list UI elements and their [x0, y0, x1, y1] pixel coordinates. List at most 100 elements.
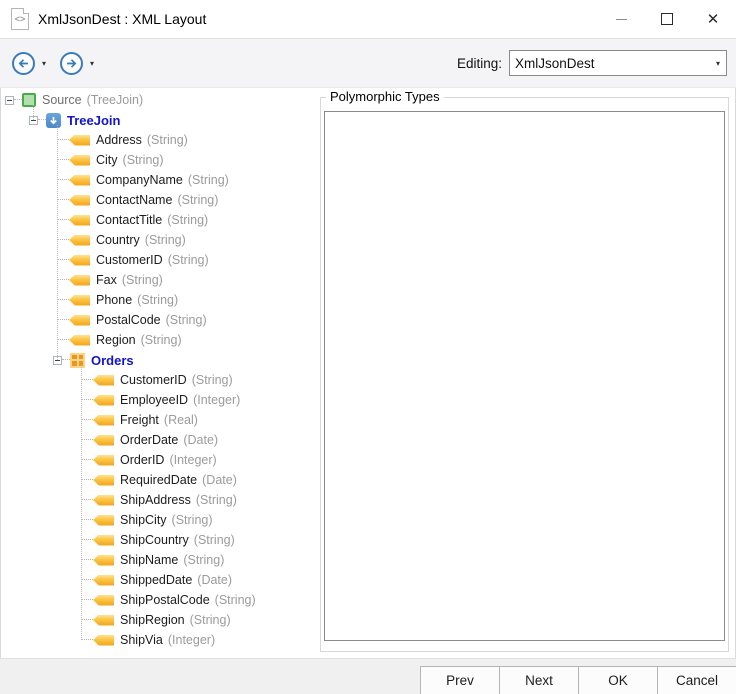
tree-node-source[interactable]: Source (TreeJoin)	[5, 90, 320, 110]
tree-node-orderid[interactable]: OrderID (Integer)	[81, 450, 320, 470]
node-type: (Integer)	[169, 453, 217, 467]
tree-node-address[interactable]: Address (String)	[57, 130, 320, 150]
node-label: ContactName	[96, 193, 173, 207]
node-label: EmployeeID	[120, 393, 189, 407]
tree-node-contacttitle[interactable]: ContactTitle (String)	[57, 210, 320, 230]
field-icon	[69, 214, 90, 226]
node-type: (String)	[146, 133, 188, 147]
close-button[interactable]: ✕	[690, 0, 736, 38]
window-title: XmlJsonDest : XML Layout	[38, 11, 207, 27]
polymorphic-types-list[interactable]	[324, 111, 725, 641]
tree-node-customerid[interactable]: CustomerID (String)	[81, 370, 320, 390]
tree-node-fax[interactable]: Fax (String)	[57, 270, 320, 290]
field-icon	[93, 514, 114, 526]
editing-value: XmlJsonDest	[515, 55, 595, 71]
ok-button[interactable]: OK	[578, 666, 658, 694]
tree-connector	[62, 359, 70, 361]
field-icon	[93, 474, 114, 486]
field-icon	[93, 614, 114, 626]
field-icon	[69, 174, 90, 186]
editing-group: Editing: XmlJsonDest ▾	[457, 50, 727, 76]
field-icon	[93, 494, 114, 506]
tree-node-phone[interactable]: Phone (String)	[57, 290, 320, 310]
node-label: ShipCity	[120, 513, 167, 527]
tree-node-treejoin[interactable]: TreeJoin	[29, 110, 320, 130]
toolbar: ▾ ▾ Editing: XmlJsonDest ▾	[0, 38, 736, 88]
tree-node-shippostalcode[interactable]: ShipPostalCode (String)	[81, 590, 320, 610]
tree-node-shippeddate[interactable]: ShippedDate (Date)	[81, 570, 320, 590]
field-icon	[93, 594, 114, 606]
field-icon	[93, 414, 114, 426]
tree-node-shipname[interactable]: ShipName (String)	[81, 550, 320, 570]
chevron-down-icon: ▾	[715, 58, 720, 68]
tree-node-requireddate[interactable]: RequiredDate (Date)	[81, 470, 320, 490]
node-type: (String)	[191, 373, 233, 387]
node-label: ShipPostalCode	[120, 593, 210, 607]
field-icon	[93, 394, 114, 406]
node-label: CompanyName	[96, 173, 183, 187]
field-icon	[93, 434, 114, 446]
window-controls: ✕	[598, 0, 736, 38]
maximize-button[interactable]	[644, 0, 690, 38]
tree-node-companyname[interactable]: CompanyName (String)	[57, 170, 320, 190]
node-label: Region	[96, 333, 136, 347]
next-button[interactable]: Next	[499, 666, 579, 694]
tree-node-shipcity[interactable]: ShipCity (String)	[81, 510, 320, 530]
node-label: CustomerID	[96, 253, 163, 267]
editing-label: Editing:	[456, 55, 502, 71]
field-icon	[69, 274, 90, 286]
minimize-button[interactable]	[598, 0, 644, 38]
node-label: Fax	[96, 273, 117, 287]
node-label: TreeJoin	[67, 112, 121, 128]
node-label: ShipVia	[120, 633, 163, 647]
node-type: (String)	[144, 233, 186, 247]
node-label: OrderID	[120, 453, 165, 467]
tree-node-shipvia[interactable]: ShipVia (Integer)	[81, 630, 320, 650]
expand-toggle[interactable]	[5, 95, 14, 105]
back-button[interactable]	[12, 51, 35, 75]
node-label: OrderDate	[120, 433, 179, 447]
node-type: (TreeJoin)	[86, 93, 144, 107]
node-type: (String)	[167, 213, 209, 227]
maximize-icon	[661, 13, 673, 25]
arrow-down-icon	[50, 116, 57, 124]
node-type: (String)	[183, 553, 225, 567]
field-icon	[93, 534, 114, 546]
tree-node-shipregion[interactable]: ShipRegion (String)	[81, 610, 320, 630]
forward-button[interactable]	[60, 51, 84, 75]
editing-select[interactable]: XmlJsonDest ▾	[509, 50, 727, 76]
minimize-icon	[615, 18, 627, 20]
prev-button[interactable]: Prev	[420, 666, 500, 694]
field-icon	[69, 194, 90, 206]
cancel-button[interactable]: Cancel	[657, 666, 736, 694]
tree-node-freight[interactable]: Freight (Real)	[81, 410, 320, 430]
tree-node-customerid[interactable]: CustomerID (String)	[57, 250, 320, 270]
node-label: ContactTitle	[96, 213, 163, 227]
schema-tree: Source (TreeJoin) TreeJoin Address (String) C…	[0, 90, 320, 656]
node-label: Country	[96, 233, 140, 247]
tree-node-shipaddress[interactable]: ShipAddress (String)	[81, 490, 320, 510]
tree-node-orderdate[interactable]: OrderDate (Date)	[81, 430, 320, 450]
field-icon	[69, 334, 90, 346]
back-history-dropdown[interactable]: ▾	[38, 59, 50, 68]
field-icon	[93, 454, 114, 466]
node-label: ShippedDate	[120, 573, 193, 587]
xml-document-icon: <>	[11, 8, 29, 30]
node-type: (Real)	[163, 413, 198, 427]
tree-node-region[interactable]: Region (String)	[57, 330, 320, 350]
tree-node-orders[interactable]: Orders	[53, 350, 320, 370]
tree-node-shipcountry[interactable]: ShipCountry (String)	[81, 530, 320, 550]
tree-node-postalcode[interactable]: PostalCode (String)	[57, 310, 320, 330]
field-icon	[69, 234, 90, 246]
forward-history-dropdown[interactable]: ▾	[86, 59, 98, 68]
field-icon	[93, 574, 114, 586]
footer-bar: Prev Next OK Cancel	[0, 658, 736, 694]
arrow-right-icon	[67, 58, 77, 68]
node-type: (Integer)	[193, 393, 241, 407]
tree-node-city[interactable]: City (String)	[57, 150, 320, 170]
tree-node-employeeid[interactable]: EmployeeID (Integer)	[81, 390, 320, 410]
tree-node-contactname[interactable]: ContactName (String)	[57, 190, 320, 210]
tree-node-country[interactable]: Country (String)	[57, 230, 320, 250]
node-label: RequiredDate	[120, 473, 198, 487]
titlebar: <> XmlJsonDest : XML Layout ✕	[0, 0, 736, 38]
